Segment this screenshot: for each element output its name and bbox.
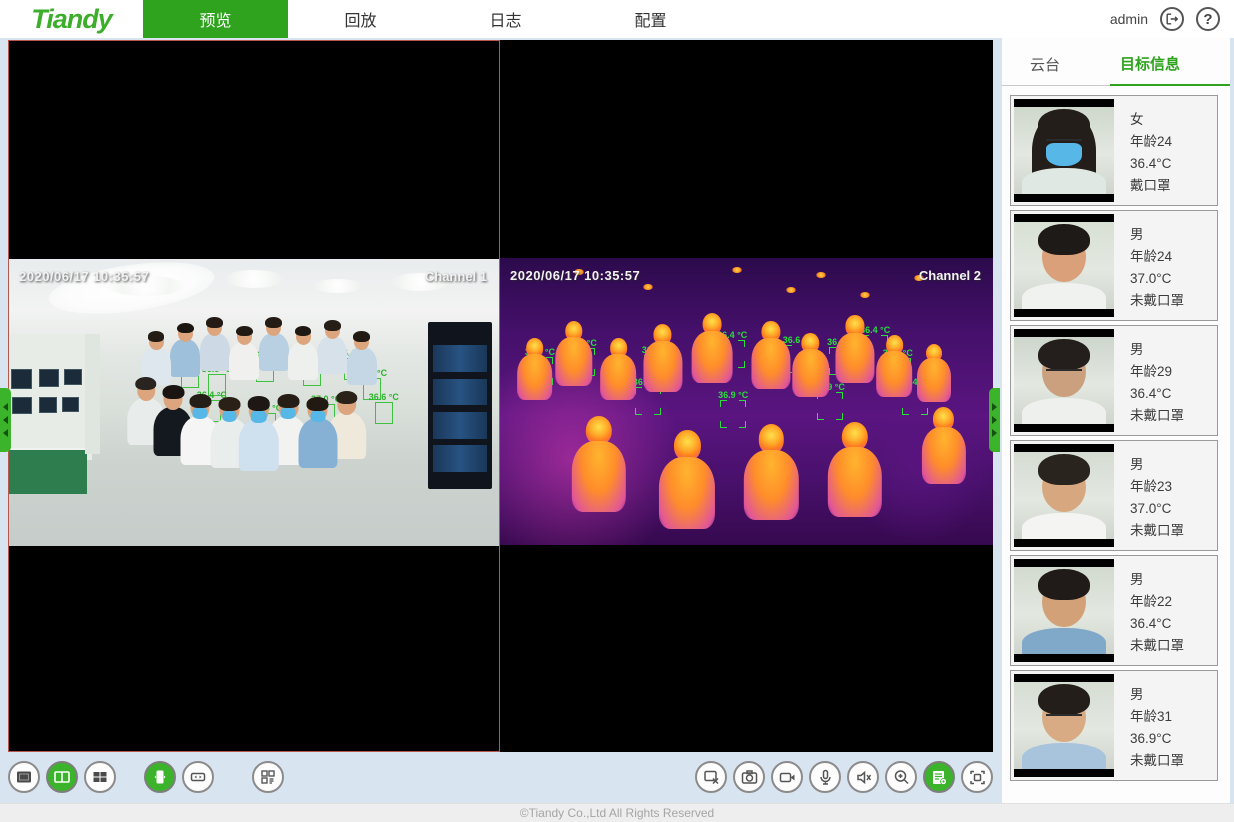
target-gender: 男 — [1130, 454, 1184, 476]
main-nav-tabs: 预览回放日志配置 — [143, 0, 723, 38]
bottom-toolbar — [8, 756, 993, 798]
layout-button-group — [8, 761, 284, 793]
face-detection-box — [375, 402, 393, 424]
target-gender: 男 — [1130, 224, 1184, 246]
snapshot-icon[interactable] — [733, 761, 765, 793]
control-button-group — [695, 761, 993, 793]
target-age: 年龄29 — [1130, 361, 1184, 383]
target-mask-status: 未戴口罩 — [1130, 520, 1184, 542]
target-temperature: 36.4°C — [1130, 383, 1184, 405]
footer: ©Tiandy Co.,Ltd All Rights Reserved — [0, 803, 1234, 822]
osd-channel-name: Channel 1 — [425, 269, 487, 284]
talk-icon[interactable] — [809, 761, 841, 793]
target-age: 年龄24 — [1130, 246, 1184, 268]
record-icon[interactable] — [771, 761, 803, 793]
target-card[interactable]: 男 年龄22 36.4°C 未戴口罩 — [1010, 555, 1218, 666]
target-mask-status: 未戴口罩 — [1130, 750, 1184, 772]
target-snapshot — [1014, 559, 1114, 662]
target-mask-status: 戴口罩 — [1130, 175, 1172, 197]
osd-channel-name: Channel 2 — [919, 268, 981, 283]
target-mask-status: 未戴口罩 — [1130, 405, 1184, 427]
temperature-label: 36.9 °C — [718, 390, 748, 400]
top-bar: Tiandy 预览回放日志配置 admin ? — [0, 0, 1234, 38]
target-info: 男 年龄23 37.0°C 未戴口罩 — [1114, 444, 1184, 547]
osd-timestamp: 2020/06/17 10:35:57 — [510, 268, 640, 283]
help-icon[interactable]: ? — [1196, 7, 1220, 31]
target-snapshot — [1014, 214, 1114, 317]
main-tab-preview[interactable]: 预览 — [143, 0, 288, 38]
target-info: 男 年龄24 37.0°C 未戴口罩 — [1114, 214, 1184, 317]
target-age: 年龄23 — [1130, 476, 1184, 498]
left-panel-handle[interactable] — [0, 388, 11, 452]
right-sidebar: 云台 目标信息 女 年龄24 36.4°C 戴口罩 — [1002, 38, 1230, 803]
video-pane-channel-2[interactable]: 36.4 °C36.4 °C36.5 °C36.4 °C36.6 °C36.4 … — [500, 40, 993, 752]
target-temperature: 37.0°C — [1130, 268, 1184, 290]
tiandy-logo: Tiandy — [0, 4, 143, 35]
fullscreen-icon[interactable] — [961, 761, 993, 793]
target-snapshot — [1014, 674, 1114, 777]
osd-timestamp: 2020/06/17 10:35:57 — [19, 269, 149, 284]
target-info: 男 年龄29 36.4°C 未戴口罩 — [1114, 329, 1184, 432]
portrait-mode-icon[interactable] — [144, 761, 176, 793]
target-gender: 男 — [1130, 339, 1184, 361]
layout-dual-icon[interactable] — [46, 761, 78, 793]
mute-icon[interactable] — [847, 761, 879, 793]
target-temperature: 36.4°C — [1130, 153, 1172, 175]
layout-quad-icon[interactable] — [84, 761, 116, 793]
user-area: admin ? — [1110, 7, 1234, 31]
video-pane-channel-1[interactable]: 36.4 °C36.5 °C36.4 °C36.9 °C36.4 °C36.4 … — [8, 40, 500, 752]
main-tab-log[interactable]: 日志 — [433, 0, 578, 38]
target-info: 男 年龄31 36.9°C 未戴口罩 — [1114, 674, 1184, 777]
target-age: 年龄24 — [1130, 131, 1172, 153]
target-gender: 男 — [1130, 684, 1184, 706]
target-age: 年龄22 — [1130, 591, 1184, 613]
target-card[interactable]: 男 年龄23 37.0°C 未戴口罩 — [1010, 440, 1218, 551]
main-tab-playback[interactable]: 回放 — [288, 0, 433, 38]
target-info: 女 年龄24 36.4°C 戴口罩 — [1114, 99, 1172, 202]
temperature-label: 36.6 °C — [369, 392, 399, 402]
target-card-list: 女 年龄24 36.4°C 戴口罩 男 年龄24 37.0°C 未戴口罩 — [1002, 86, 1230, 781]
target-card[interactable]: 男 年龄24 37.0°C 未戴口罩 — [1010, 210, 1218, 321]
sidebar-tabs: 云台 目标信息 — [1002, 38, 1230, 86]
target-card[interactable]: 女 年龄24 36.4°C 戴口罩 — [1010, 95, 1218, 206]
video-content: 36.4 °C36.5 °C36.4 °C36.9 °C36.4 °C36.4 … — [9, 259, 499, 546]
main-tab-config[interactable]: 配置 — [578, 0, 723, 38]
sidebar-tab-ptz[interactable]: 云台 — [1020, 54, 1070, 85]
stop-all-icon[interactable] — [695, 761, 727, 793]
video-content: 36.4 °C36.4 °C36.5 °C36.4 °C36.6 °C36.4 … — [500, 258, 993, 545]
username-label: admin — [1110, 11, 1148, 27]
target-age: 年龄31 — [1130, 706, 1184, 728]
target-card[interactable]: 男 年龄31 36.9°C 未戴口罩 — [1010, 670, 1218, 781]
target-temperature: 36.4°C — [1130, 613, 1184, 635]
thermal-scene — [500, 258, 993, 545]
target-temperature: 37.0°C — [1130, 498, 1184, 520]
target-info: 男 年龄22 36.4°C 未戴口罩 — [1114, 559, 1184, 662]
target-mask-status: 未戴口罩 — [1130, 635, 1184, 657]
target-gender: 男 — [1130, 569, 1184, 591]
target-temperature: 36.9°C — [1130, 728, 1184, 750]
right-panel-handle[interactable] — [989, 388, 1000, 452]
target-snapshot — [1014, 329, 1114, 432]
landscape-mode-icon[interactable] — [182, 761, 214, 793]
target-snapshot — [1014, 444, 1114, 547]
sidebar-tab-target-info[interactable]: 目标信息 — [1110, 53, 1230, 86]
showroom-scene — [9, 259, 499, 546]
target-gender: 女 — [1130, 109, 1172, 131]
copyright-text: ©Tiandy Co.,Ltd All Rights Reserved — [520, 806, 714, 820]
tiandy-web-client: Tiandy 预览回放日志配置 admin ? 36.4 °C36.5 °C36… — [0, 0, 1234, 822]
logout-icon[interactable] — [1160, 7, 1184, 31]
target-snapshot — [1014, 99, 1114, 202]
target-mask-status: 未戴口罩 — [1130, 290, 1184, 312]
target-list-icon[interactable] — [923, 761, 955, 793]
target-card[interactable]: 男 年龄29 36.4°C 未戴口罩 — [1010, 325, 1218, 436]
layout-custom-icon[interactable] — [252, 761, 284, 793]
zoom-in-icon[interactable] — [885, 761, 917, 793]
layout-single-icon[interactable] — [8, 761, 40, 793]
video-area: 36.4 °C36.5 °C36.4 °C36.9 °C36.4 °C36.4 … — [8, 40, 993, 752]
